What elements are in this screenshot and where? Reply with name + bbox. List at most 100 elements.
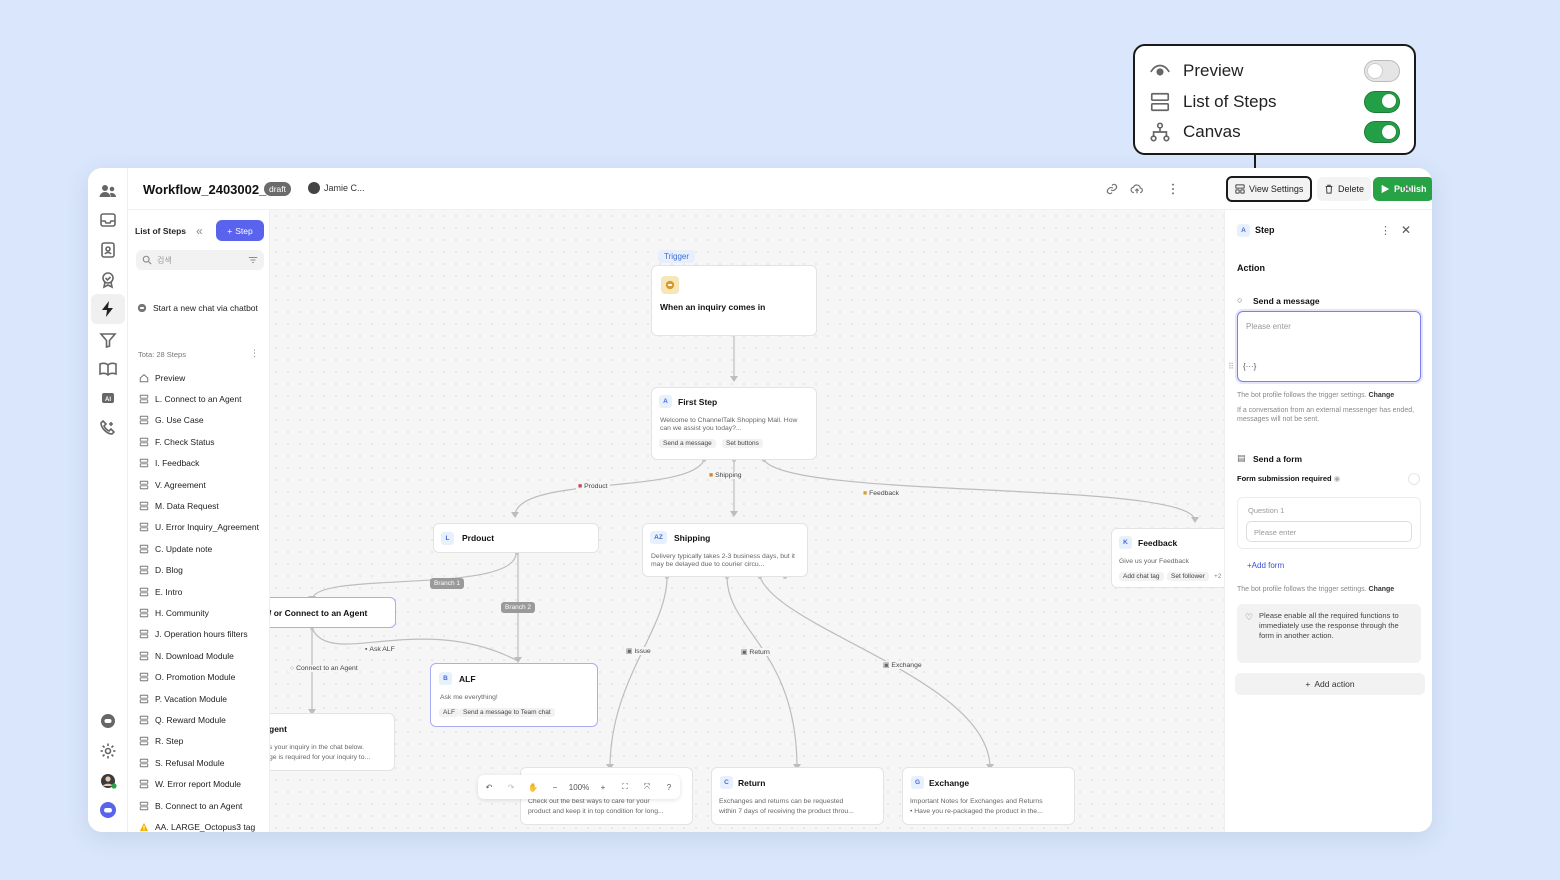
contacts-icon[interactable] bbox=[98, 240, 118, 260]
rows-icon bbox=[139, 458, 149, 468]
close-icon[interactable] bbox=[1400, 182, 1414, 196]
feedback-node[interactable]: K Feedback Give us your Feedback Add cha… bbox=[1111, 528, 1224, 588]
redo-icon[interactable]: ↷ bbox=[500, 776, 522, 798]
team-icon[interactable] bbox=[98, 181, 118, 201]
list-item[interactable]: F. Check Status bbox=[128, 431, 270, 452]
check-box-icon: ▣ bbox=[883, 662, 890, 669]
list-item[interactable]: R. Step bbox=[128, 731, 270, 752]
funnel-icon[interactable] bbox=[98, 330, 118, 350]
list-item[interactable]: C. Update note bbox=[128, 538, 270, 559]
list-item[interactable]: H. Community bbox=[128, 602, 270, 623]
prdouct-node[interactable]: L Prdouct bbox=[433, 523, 599, 553]
list-item[interactable]: E. Intro bbox=[128, 581, 270, 602]
add-step-button[interactable]: + Step bbox=[216, 220, 264, 241]
list-item[interactable]: D. Blog bbox=[128, 560, 270, 581]
list-item[interactable]: Preview bbox=[128, 367, 270, 388]
list-item[interactable]: L. Connect to an Agent bbox=[128, 388, 270, 409]
list-item[interactable]: I. Feedback bbox=[128, 453, 270, 474]
help-icon[interactable]: ? bbox=[658, 776, 680, 798]
fit-screen-icon[interactable]: ⛶ bbox=[614, 776, 636, 798]
list-item[interactable]: N. Download Module bbox=[128, 645, 270, 666]
lightbulb-icon: ♡ bbox=[1245, 612, 1254, 622]
collapse-icon[interactable]: « bbox=[196, 224, 203, 238]
list-item[interactable]: B. Connect to an Agent bbox=[128, 795, 270, 816]
list-item[interactable]: W. Error report Module bbox=[128, 773, 270, 794]
list-item[interactable]: U. Error Inquiry_Agreement bbox=[128, 517, 270, 538]
edge-exchange bbox=[759, 576, 991, 769]
owner[interactable]: Jamie C... bbox=[308, 182, 365, 194]
channel-logo-icon[interactable] bbox=[98, 800, 118, 820]
view-setting-canvas[interactable]: Canvas bbox=[1149, 117, 1400, 148]
view-settings-button[interactable]: View Settings bbox=[1226, 176, 1313, 202]
list-item[interactable]: S. Refusal Module bbox=[128, 752, 270, 773]
delete-button[interactable]: Delete bbox=[1317, 177, 1372, 201]
exchange-node[interactable]: G Exchange Important Notes for Exchanges… bbox=[902, 767, 1075, 825]
zoom-out-icon[interactable]: − bbox=[544, 776, 566, 798]
agent-node[interactable]: gent s your inquiry in the chat below. g… bbox=[270, 713, 395, 771]
zoom-in-icon[interactable]: + bbox=[592, 776, 614, 798]
list-item-label: I. Feedback bbox=[155, 458, 200, 469]
preview-toggle[interactable] bbox=[1364, 60, 1400, 83]
view-setting-preview[interactable]: Preview bbox=[1149, 56, 1400, 87]
drag-handle-icon[interactable]: ⠿ bbox=[1228, 362, 1234, 371]
list-item[interactable]: V. Agreement bbox=[128, 474, 270, 495]
return-node[interactable]: C Return Exchanges and returns can be re… bbox=[711, 767, 884, 825]
edge-issue bbox=[609, 576, 668, 769]
search-icon bbox=[142, 255, 152, 265]
filter-icon[interactable] bbox=[248, 255, 258, 265]
first-step-node[interactable]: A First Step Welcome to ChannelTalk Shop… bbox=[651, 387, 817, 460]
list-item[interactable]: P. Vacation Module bbox=[128, 688, 270, 709]
close-icon[interactable]: ✕ bbox=[1401, 223, 1411, 237]
phone-icon[interactable] bbox=[98, 418, 118, 438]
canvas-toggle[interactable] bbox=[1364, 121, 1400, 144]
alf-node[interactable]: B ALF Ask me everything! ALF Send a mess… bbox=[430, 663, 598, 727]
view-setting-list-of-steps[interactable]: List of Steps bbox=[1149, 87, 1400, 118]
list-item[interactable]: M. Data Request bbox=[128, 495, 270, 516]
rows-icon bbox=[139, 779, 149, 789]
gear-icon[interactable] bbox=[98, 741, 118, 761]
change-link[interactable]: Change bbox=[1369, 586, 1395, 593]
add-action-button[interactable]: + Add action bbox=[1235, 673, 1425, 695]
more-vertical-icon[interactable] bbox=[1166, 182, 1180, 196]
question-input[interactable]: Please enter bbox=[1246, 521, 1412, 542]
rows-icon bbox=[139, 758, 149, 768]
trigger-node[interactable]: When an inquiry comes in bbox=[651, 265, 817, 336]
hand-icon[interactable]: ✋ bbox=[522, 776, 544, 798]
list-item[interactable]: AA. LARGE_Octopus3 tag bbox=[128, 816, 270, 832]
step-title[interactable]: Step bbox=[1255, 225, 1275, 235]
list-item[interactable]: O. Promotion Module bbox=[128, 666, 270, 687]
cloud-upload-icon[interactable] bbox=[1130, 182, 1144, 196]
more-vertical-icon[interactable]: ⋮ bbox=[1380, 224, 1391, 237]
badge-icon[interactable] bbox=[98, 270, 118, 290]
list-item[interactable]: G. Use Case bbox=[128, 410, 270, 431]
message-input[interactable]: Please enter {···} bbox=[1237, 311, 1421, 382]
user-avatar-icon[interactable] bbox=[98, 771, 118, 791]
bot-profile-note: The bot profile follows the trigger sett… bbox=[1237, 391, 1394, 400]
search-input[interactable]: 검색 bbox=[136, 250, 264, 270]
variable-button[interactable]: {···} bbox=[1243, 362, 1256, 371]
list-of-steps-toggle[interactable] bbox=[1364, 90, 1400, 113]
list-item-label: P. Vacation Module bbox=[155, 693, 227, 704]
connect-agent-node[interactable]: / or Connect to an Agent bbox=[270, 597, 396, 628]
step-badge: AZ bbox=[650, 531, 667, 544]
link-icon[interactable] bbox=[1105, 182, 1119, 196]
more-vertical-icon[interactable]: ⋮ bbox=[250, 348, 259, 359]
trigger-tag: Trigger bbox=[658, 250, 696, 263]
shipping-node[interactable]: AZ Shipping Delivery typically takes 2-3… bbox=[642, 523, 808, 577]
starter-item[interactable]: Start a new chat via chatbot bbox=[137, 303, 269, 313]
list-item[interactable]: Q. Reward Module bbox=[128, 709, 270, 730]
node-title: Shipping bbox=[674, 533, 711, 543]
add-form-link[interactable]: +Add form bbox=[1247, 561, 1284, 570]
ai-icon[interactable]: AI bbox=[98, 388, 118, 408]
chat-logo-icon[interactable] bbox=[98, 711, 118, 731]
book-icon[interactable] bbox=[98, 359, 118, 379]
undo-icon[interactable]: ↶ bbox=[478, 776, 500, 798]
inbox-icon[interactable] bbox=[98, 210, 118, 230]
workflow-canvas[interactable]: Trigger When an inquiry comes in A First… bbox=[270, 210, 1224, 832]
edge-label-text: Connect to an Agent bbox=[296, 665, 358, 672]
workflow-title[interactable]: Workflow_2403002_1 bbox=[143, 182, 274, 197]
auto-layout-icon[interactable]: ⤧ bbox=[636, 776, 658, 798]
change-link[interactable]: Change bbox=[1369, 392, 1395, 399]
list-item[interactable]: J. Operation hours filters bbox=[128, 624, 270, 645]
automation-icon[interactable] bbox=[91, 294, 125, 324]
